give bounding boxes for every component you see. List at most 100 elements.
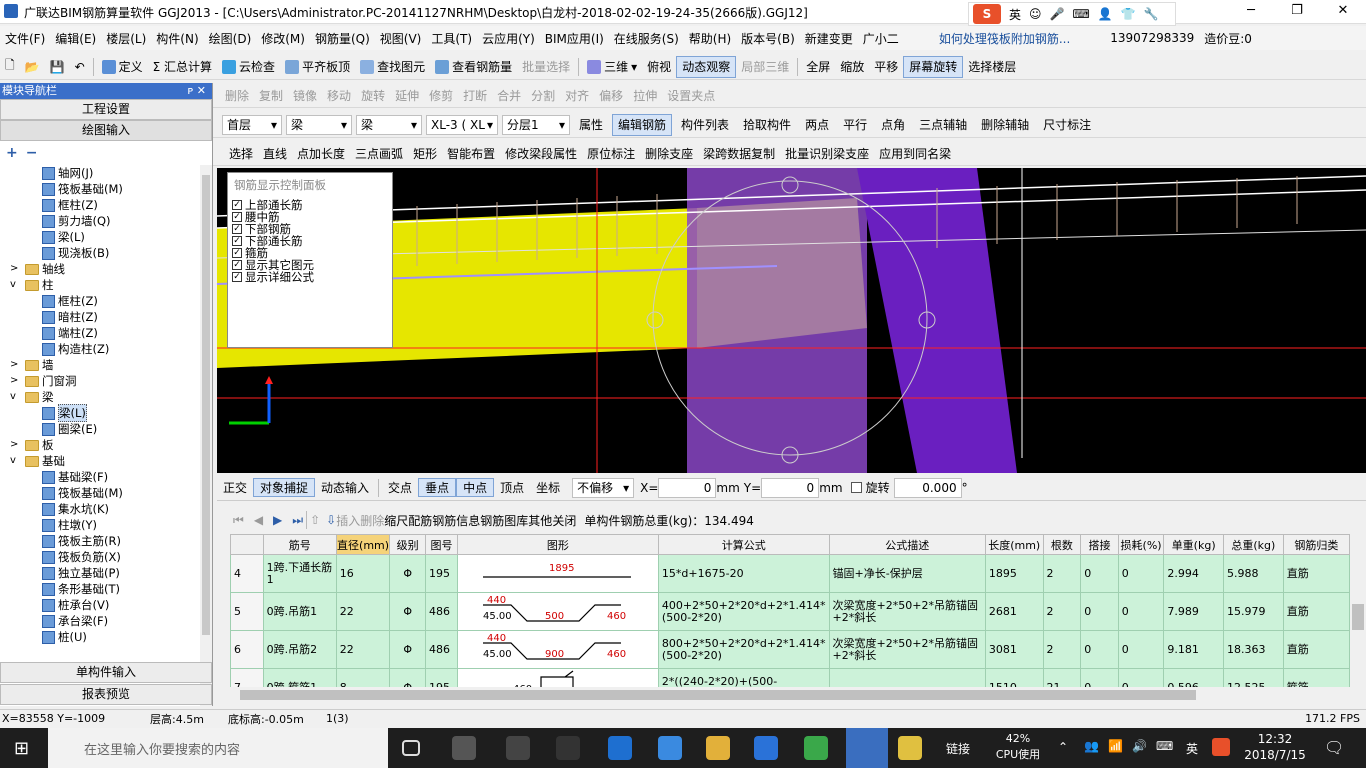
last-record-icon[interactable]: ⏭	[292, 513, 303, 528]
scale-rebar-button[interactable]: 缩尺配筋	[384, 512, 432, 529]
sogou-logo-icon[interactable]: S	[973, 4, 1001, 24]
rotate-checkbox[interactable]	[850, 482, 862, 493]
stretch-button[interactable]: 拉伸	[628, 85, 662, 107]
next-record-icon[interactable]: ▶	[273, 513, 282, 527]
rebar-shape-cell[interactable]: 460200	[456, 668, 659, 687]
cell-desc[interactable]: 锚固+净长-保护层	[828, 554, 986, 593]
menu-rebar[interactable]: 钢筋量(Q)	[310, 30, 375, 47]
menu-draw[interactable]: 绘图(D)	[204, 30, 257, 47]
table-row[interactable]: 6 0跨.吊筋2 22 Φ 486 440 45.00 900 460 800+2*50+2*20…	[230, 630, 1350, 669]
cell-loss[interactable]: 0	[1117, 554, 1165, 593]
ggj-active-app-icon[interactable]	[846, 728, 888, 768]
keyboard-icon[interactable]: ⌨	[1072, 7, 1089, 21]
save-icon[interactable]: 💾	[45, 56, 70, 78]
find-element-button[interactable]: 查找图元	[355, 56, 430, 78]
cell-formula[interactable]: 400+2*50+2*20*d+2*1.414*(500-2*20)	[657, 592, 830, 631]
close-button[interactable]: ✕	[1320, 0, 1366, 24]
menu-online[interactable]: 在线服务(S)	[609, 30, 684, 47]
calc-summary-button[interactable]: Σ 汇总计算	[148, 56, 217, 78]
cell-unit[interactable]: 2.994	[1163, 554, 1224, 593]
tree-item[interactable]: 构造柱(Z)	[0, 341, 200, 357]
layer-select[interactable]: 分层1 ▾	[502, 114, 570, 135]
toggle-detailed-formula[interactable]: ✓ 显示详细公式	[228, 270, 392, 284]
checkbox-icon[interactable]: ✓	[232, 224, 242, 234]
cell-dia[interactable]: 22	[335, 630, 391, 669]
view-rebar-button[interactable]: 查看钢筋量	[430, 56, 517, 78]
type-select[interactable]: 梁 ▾	[356, 114, 422, 135]
tree-item[interactable]: 框柱(Z)	[0, 293, 200, 309]
menu-cloud[interactable]: 云应用(Y)	[477, 30, 540, 47]
edge-browser-icon[interactable]	[608, 736, 632, 760]
tree-item[interactable]: 筏板基础(M)	[0, 485, 200, 501]
mic-icon[interactable]: 🎤	[1050, 7, 1065, 21]
three-point-axis-button[interactable]: 三点辅轴	[914, 114, 972, 136]
cell-len[interactable]: 1895	[984, 554, 1044, 593]
tree-item[interactable]: 梁(L)	[0, 404, 200, 422]
cell-cat[interactable]: 箍筋	[1282, 668, 1350, 687]
cell-total[interactable]: 15.979	[1222, 592, 1284, 631]
menu-floor[interactable]: 楼层(L)	[101, 30, 151, 47]
expander-icon[interactable]: v	[10, 389, 22, 405]
column-header[interactable]: 总重(kg)	[1222, 534, 1284, 555]
tree-item[interactable]: 梁(L)	[0, 229, 200, 245]
glodon-g-app-icon[interactable]	[754, 736, 778, 760]
tree-item[interactable]: 圈梁(E)	[0, 421, 200, 437]
dynamic-view-button[interactable]: 动态观察	[676, 55, 737, 78]
tray-expand-icon[interactable]: ⌃	[1058, 740, 1068, 754]
expand-all-icon[interactable]: +	[6, 145, 18, 161]
cell-count[interactable]: 2	[1042, 592, 1082, 631]
cell-unit[interactable]: 9.181	[1163, 630, 1224, 669]
volume-icon[interactable]: 🔊	[1132, 739, 1147, 753]
coordinate-snap-button[interactable]: 坐标	[530, 479, 566, 496]
cell-unit[interactable]: 0.596	[1163, 668, 1224, 687]
tree-folder[interactable]: v 基础	[0, 453, 200, 469]
point-angle-button[interactable]: 点角	[876, 114, 910, 136]
expander-icon[interactable]: >	[10, 373, 22, 389]
people-icon[interactable]: 👥	[1084, 739, 1099, 753]
rebar-library-button[interactable]: 钢筋图库	[480, 512, 528, 529]
cell-lap[interactable]: 0	[1080, 630, 1119, 669]
tree-item[interactable]: 筏板负筋(X)	[0, 549, 200, 565]
column-header[interactable]: 图号	[425, 534, 458, 555]
cell-grade[interactable]: Φ	[389, 554, 426, 593]
tree-folder[interactable]: > 门窗洞	[0, 373, 200, 389]
merge-button[interactable]: 合并	[492, 85, 526, 107]
cell-desc[interactable]: 次梁宽度+2*50+2*吊筋锚固+2*斜长	[828, 630, 986, 669]
tree-item[interactable]: 端柱(Z)	[0, 325, 200, 341]
dimension-button[interactable]: 尺寸标注	[1038, 114, 1096, 136]
file-explorer-icon[interactable]	[706, 736, 730, 760]
cell-fig[interactable]: 486	[425, 630, 458, 669]
cell-desc[interactable]: 次梁宽度+2*50+2*吊筋锚固+2*斜长	[828, 592, 986, 631]
browser-app-icon[interactable]	[556, 736, 580, 760]
table-hscroll[interactable]	[230, 688, 1366, 702]
keyboard-tray-icon[interactable]: ⌨	[1156, 739, 1173, 753]
360-browser-icon[interactable]	[804, 736, 828, 760]
new-file-icon[interactable]: 🗋	[0, 56, 20, 78]
promo-link[interactable]: 如何处理筏板附加钢筋...	[934, 30, 1075, 47]
column-header[interactable]	[230, 534, 264, 555]
fullscreen-button[interactable]: 全屏	[801, 56, 835, 78]
cell-desc[interactable]	[828, 668, 986, 687]
checkbox-icon[interactable]: ✓	[232, 212, 242, 222]
tree-item[interactable]: 集水坑(K)	[0, 501, 200, 517]
expander-icon[interactable]: >	[10, 261, 22, 277]
component-list-button[interactable]: 构件列表	[676, 114, 734, 136]
collapse-all-icon[interactable]: −	[26, 145, 38, 161]
pan-button[interactable]: 平移	[869, 56, 903, 78]
tree-item[interactable]: 桩(U)	[0, 629, 200, 645]
tree-item[interactable]: 桩承台(V)	[0, 597, 200, 613]
smart-layout-button[interactable]: 智能布置	[442, 143, 500, 165]
cell-cat[interactable]: 直筋	[1282, 554, 1350, 593]
report-preview-button[interactable]: 报表预览	[0, 684, 212, 705]
column-header[interactable]: 公式描述	[828, 534, 986, 555]
perpendicular-snap-button[interactable]: 垂点	[418, 478, 457, 497]
phone-account[interactable]: 13907298339	[1105, 31, 1199, 45]
cell-formula[interactable]: 800+2*50+2*20*d+2*1.414*(500-2*20)	[657, 630, 830, 669]
batch-select-button[interactable]: 批量选择	[517, 56, 575, 78]
offset-button[interactable]: 偏移	[594, 85, 628, 107]
pin-close-icon[interactable]: ᴘ ✕	[188, 83, 212, 99]
tree-item[interactable]: 条形基础(T)	[0, 581, 200, 597]
tree-item[interactable]: 现浇板(B)	[0, 245, 200, 261]
column-header[interactable]: 钢筋归类	[1282, 534, 1350, 555]
rotate-input[interactable]: 0.000	[893, 477, 962, 498]
